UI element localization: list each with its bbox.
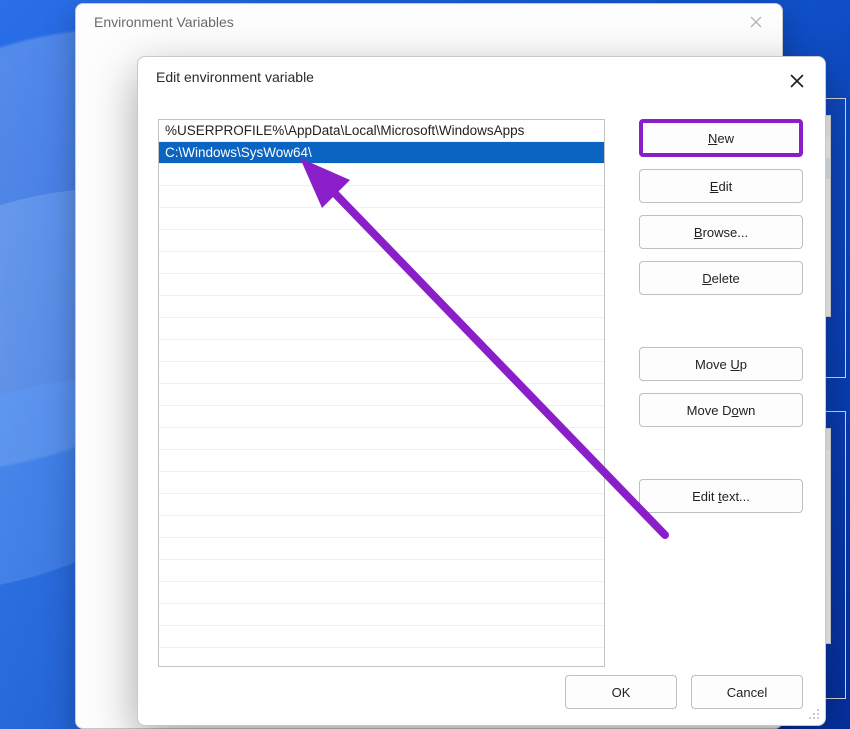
edit-environment-variable-window: Edit environment variable %USERPROFILE%\… <box>137 56 826 726</box>
path-entry[interactable]: . <box>159 538 604 560</box>
delete-button[interactable]: Delete <box>639 261 803 295</box>
path-entry[interactable]: . <box>159 296 604 318</box>
path-entry[interactable]: . <box>159 362 604 384</box>
path-entry[interactable]: . <box>159 186 604 208</box>
path-entry[interactable]: . <box>159 604 604 626</box>
close-icon[interactable] <box>744 10 768 34</box>
path-entries-list[interactable]: %USERPROFILE%\AppData\Local\Microsoft\Wi… <box>158 119 605 667</box>
button-column: New Edit Browse... Delete Move Up Move D… <box>639 119 803 525</box>
path-entry[interactable]: . <box>159 428 604 450</box>
path-entry[interactable]: . <box>159 494 604 516</box>
path-entry[interactable]: . <box>159 516 604 538</box>
edit-text-button[interactable]: Edit text... <box>639 479 803 513</box>
path-entry[interactable]: . <box>159 230 604 252</box>
path-entry[interactable]: . <box>159 164 604 186</box>
cancel-button[interactable]: Cancel <box>691 675 803 709</box>
edit-window-title: Edit environment variable <box>138 57 825 97</box>
envvars-window-title: Environment Variables <box>76 4 782 30</box>
path-entry[interactable]: . <box>159 274 604 296</box>
path-entry[interactable]: . <box>159 252 604 274</box>
path-entry[interactable]: . <box>159 626 604 648</box>
path-entry[interactable]: . <box>159 450 604 472</box>
path-entry[interactable]: . <box>159 318 604 340</box>
close-icon[interactable] <box>785 69 809 93</box>
dialog-footer: OK Cancel <box>565 675 803 709</box>
browse-button[interactable]: Browse... <box>639 215 803 249</box>
path-entry[interactable]: . <box>159 384 604 406</box>
path-entry[interactable]: . <box>159 208 604 230</box>
path-entry[interactable]: . <box>159 340 604 362</box>
ok-button[interactable]: OK <box>565 675 677 709</box>
new-button[interactable]: New <box>639 119 803 157</box>
path-entry[interactable]: . <box>159 472 604 494</box>
move-up-button[interactable]: Move Up <box>639 347 803 381</box>
move-down-button[interactable]: Move Down <box>639 393 803 427</box>
resize-grip-icon[interactable] <box>807 707 821 721</box>
path-entry[interactable]: %USERPROFILE%\AppData\Local\Microsoft\Wi… <box>159 120 604 142</box>
path-entry[interactable]: . <box>159 406 604 428</box>
edit-button[interactable]: Edit <box>639 169 803 203</box>
path-entry[interactable]: . <box>159 582 604 604</box>
path-entry[interactable]: . <box>159 560 604 582</box>
path-entry[interactable]: C:\Windows\SysWow64\ <box>159 142 604 164</box>
